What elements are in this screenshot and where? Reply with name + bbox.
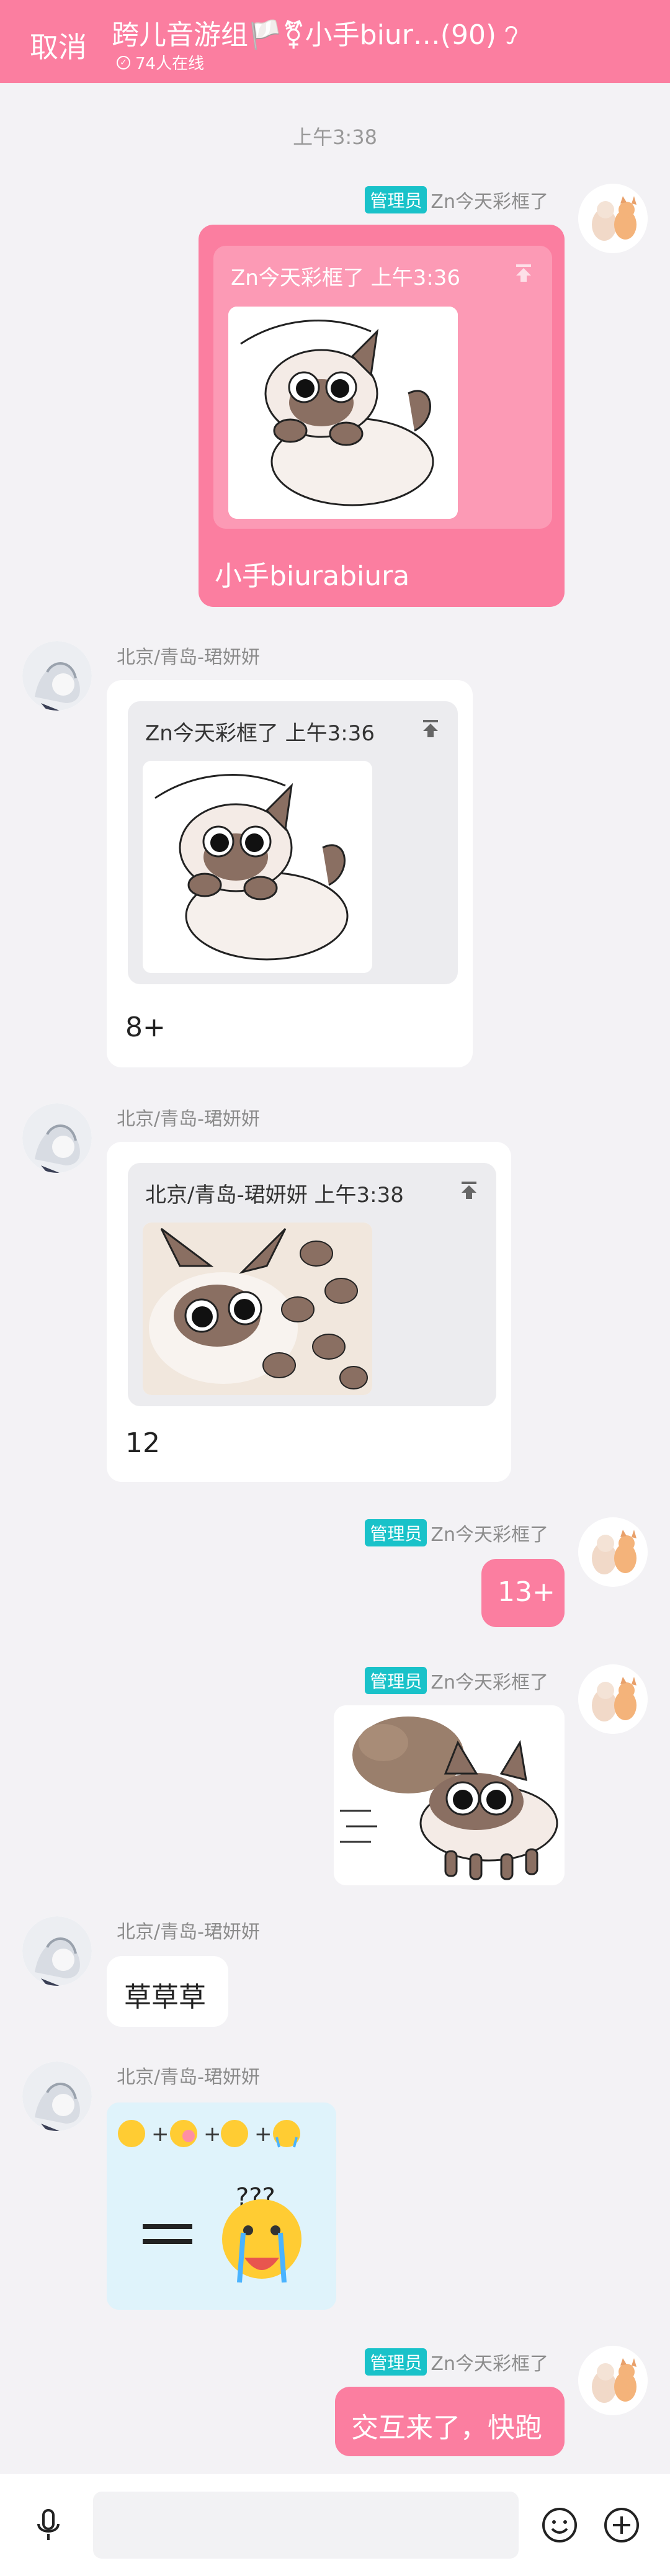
sticker-image[interactable] — [334, 1705, 565, 1885]
avatar[interactable] — [22, 2062, 92, 2131]
sender-line: 北京/青岛-珺妍妍 — [117, 1103, 260, 1131]
quote-header: 北京/青岛-珺妍妍 上午3:38 — [145, 1183, 404, 1208]
message-text: 8+ — [125, 1012, 166, 1043]
avatar[interactable] — [578, 2346, 648, 2415]
sender-name[interactable]: Zn今天彩框了 — [431, 1519, 548, 1546]
sender-name[interactable]: 北京/青岛-珺妍妍 — [117, 2062, 260, 2089]
admin-badge: 管理员 — [365, 1667, 427, 1694]
sender-name[interactable]: Zn今天彩框了 — [431, 2348, 548, 2376]
sender-line: 管理员 Zn今天彩框了 — [365, 186, 548, 213]
sender-line: 管理员 Zn今天彩框了 — [365, 1519, 548, 1546]
online-status: ✓ 74人在线 — [117, 51, 204, 74]
message-text: 小手biurabiura — [215, 560, 410, 592]
message-text: 草草草 — [124, 1981, 206, 2013]
sender-line: 管理员 Zn今天彩框了 — [365, 2348, 548, 2376]
quoted-message[interactable]: Zn今天彩框了 上午3:36 — [213, 246, 552, 529]
avatar[interactable] — [22, 1916, 92, 1986]
quoted-sticker-image[interactable] — [228, 307, 458, 519]
group-title[interactable]: 跨儿音游组🏳️⚧小手biur…(90) — [112, 12, 520, 52]
message-bubble[interactable]: 草草草 — [107, 1956, 228, 2027]
time-divider: 上午3:38 — [293, 125, 377, 149]
sender-line: 北京/青岛-珺妍妍 — [117, 2062, 260, 2089]
quoted-sticker-image[interactable] — [143, 1223, 372, 1395]
sender-line: 北京/青岛-珺妍妍 — [117, 1916, 260, 1944]
input-bar — [0, 2474, 670, 2576]
avatar[interactable] — [578, 184, 648, 253]
plus-icon[interactable] — [602, 2505, 641, 2545]
quoted-message[interactable]: 北京/青岛-珺妍妍 上午3:38 — [128, 1163, 496, 1406]
quote-header: Zn今天彩框了 上午3:36 — [145, 721, 375, 746]
emoji-equation-image[interactable]: + + + ??? — [107, 2103, 336, 2310]
quote-header: Zn今天彩框了 上午3:36 — [231, 266, 460, 290]
avatar[interactable] — [578, 1664, 648, 1734]
message-text: 交互来了，快跑 — [351, 2412, 542, 2444]
quoted-message[interactable]: Zn今天彩框了 上午3:36 — [128, 701, 458, 984]
message-bubble[interactable]: 13+ — [481, 1559, 565, 1627]
svg-text:+: + — [203, 2122, 221, 2147]
admin-badge: 管理员 — [365, 2348, 427, 2376]
sender-name[interactable]: 北京/青岛-珺妍妍 — [117, 1103, 260, 1131]
admin-badge: 管理员 — [365, 186, 427, 213]
avatar[interactable] — [578, 1517, 648, 1587]
chat-header: 取消 跨儿音游组🏳️⚧小手biur…(90) ✓ 74人在线 — [0, 0, 670, 83]
sender-name[interactable]: 北京/青岛-珺妍妍 — [117, 1916, 260, 1944]
svg-text:+: + — [254, 2122, 272, 2147]
message-bubble[interactable]: 北京/青岛-珺妍妍 上午3:38 12 — [107, 1142, 511, 1482]
svg-text:+: + — [151, 2122, 169, 2147]
sender-name[interactable]: Zn今天彩框了 — [431, 1667, 548, 1694]
online-icon: ✓ — [117, 55, 130, 70]
pin-top-icon[interactable] — [419, 717, 442, 740]
message-bubble[interactable]: Zn今天彩框了 上午3:36 8+ — [107, 680, 473, 1067]
cancel-button[interactable]: 取消 — [30, 25, 87, 66]
sender-name[interactable]: 北京/青岛-珺妍妍 — [117, 642, 260, 669]
sender-line: 管理员 Zn今天彩框了 — [365, 1667, 548, 1694]
pin-top-icon[interactable] — [512, 262, 535, 284]
ear-icon — [505, 26, 517, 45]
message-text: 12 — [125, 1427, 160, 1459]
message-text: 13+ — [498, 1576, 555, 1608]
message-bubble[interactable]: Zn今天彩框了 上午3:36 小手biurabiura — [199, 225, 565, 607]
sender-name[interactable]: Zn今天彩框了 — [431, 186, 548, 213]
avatar[interactable] — [22, 641, 92, 711]
avatar[interactable] — [22, 1103, 92, 1173]
smile-icon[interactable] — [540, 2505, 579, 2545]
message-input[interactable] — [93, 2492, 519, 2559]
admin-badge: 管理员 — [365, 1519, 427, 1546]
microphone-icon[interactable] — [30, 2506, 67, 2544]
sender-line: 北京/青岛-珺妍妍 — [117, 642, 260, 669]
quoted-sticker-image[interactable] — [143, 761, 372, 973]
message-bubble[interactable]: 交互来了，快跑 — [335, 2387, 565, 2456]
pin-top-icon[interactable] — [458, 1179, 480, 1201]
